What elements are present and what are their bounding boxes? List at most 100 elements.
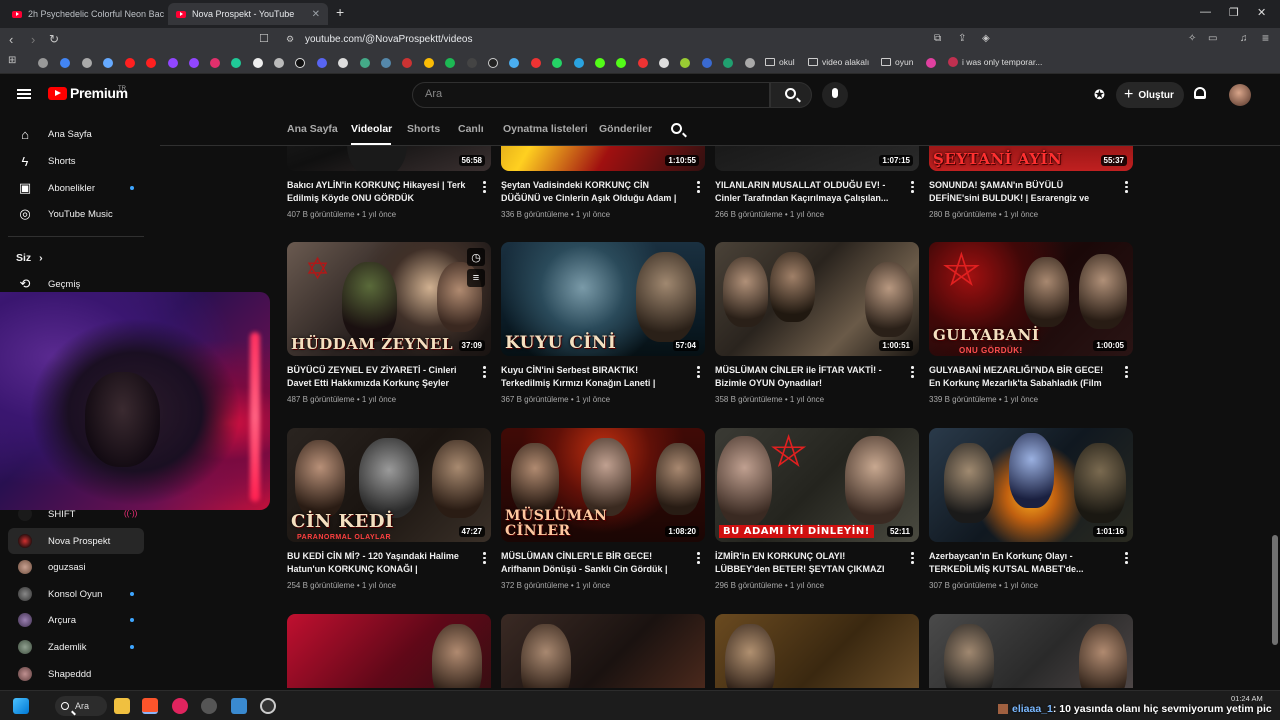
sidebar-channel-oguzsasi[interactable]: oguzsasi: [8, 554, 144, 580]
channel-search-icon[interactable]: [671, 123, 682, 134]
bookmark-icon[interactable]: [680, 58, 690, 68]
gmail-icon[interactable]: [402, 58, 412, 68]
video-thumbnail[interactable]: 1:01:16: [929, 428, 1133, 542]
video-title[interactable]: Azerbaycan'ın En Korkunç Olayı - TERKEDİ…: [929, 550, 1115, 576]
account-avatar[interactable]: [1229, 84, 1251, 106]
bookmark-icon[interactable]: [531, 58, 541, 68]
browser-tab-active[interactable]: Nova Prospekt - YouTube ✕: [168, 3, 328, 25]
kick-icon[interactable]: [616, 58, 626, 68]
search-box[interactable]: [412, 82, 770, 108]
video-thumbnail[interactable]: 56:58: [287, 146, 491, 171]
notifications-bell-icon[interactable]: [1194, 87, 1206, 99]
twitch-icon[interactable]: [168, 58, 178, 68]
more-options-icon[interactable]: [1125, 366, 1128, 378]
bookmark-icon[interactable]: [467, 58, 477, 68]
create-button[interactable]: + Oluştur: [1116, 82, 1184, 108]
bookmark-icon[interactable]: [381, 58, 391, 68]
video-thumbnail[interactable]: ŞEYTANİ AYİN 55:37: [929, 146, 1133, 171]
media-player-icon[interactable]: [172, 698, 188, 714]
menu-icon[interactable]: [17, 89, 31, 99]
reload-icon[interactable]: ↻: [49, 32, 59, 46]
more-options-icon[interactable]: [697, 181, 700, 193]
sidebar-item-subscriptions[interactable]: ▣ Abonelikler: [8, 175, 144, 201]
windows-start-icon[interactable]: [13, 698, 29, 714]
video-title[interactable]: GULYABANİ MEZARLIĞI'NDA BİR GECE! En Kor…: [929, 364, 1115, 390]
app-icon[interactable]: [201, 698, 217, 714]
video-title[interactable]: YILANLARIN MUSALLAT OLDUĞU EV! - Cinler …: [715, 179, 901, 205]
share-icon[interactable]: ⇪: [958, 33, 966, 44]
bookmark-icon[interactable]: [103, 58, 113, 68]
sidebar-item-home[interactable]: ⌂ Ana Sayfa: [8, 121, 144, 147]
back-icon[interactable]: ‹: [9, 32, 13, 47]
tab-posts[interactable]: Gönderiler: [599, 123, 652, 135]
bookmark-folder-video[interactable]: video alakalı: [808, 57, 869, 67]
new-tab-button[interactable]: +: [336, 4, 344, 20]
video-thumbnail[interactable]: 1:07:15: [715, 146, 919, 171]
apps-grid-icon[interactable]: ⊞: [8, 55, 16, 66]
add-to-queue-icon[interactable]: ≡: [467, 269, 485, 287]
minimize-icon[interactable]: —: [1200, 6, 1211, 18]
more-options-icon[interactable]: [483, 552, 486, 564]
brave-browser-icon[interactable]: [142, 698, 158, 714]
browser-tab[interactable]: 2h Psychedelic Colorful Neon Backgr: [4, 3, 164, 25]
more-options-icon[interactable]: [911, 552, 914, 564]
video-title[interactable]: BÜYÜCÜ ZEYNEL EV ZİYARETİ - Cinleri Dave…: [287, 364, 473, 390]
bookmark-icon[interactable]: [745, 58, 755, 68]
site-info-icon[interactable]: ⚙: [286, 34, 294, 45]
video-thumbnail[interactable]: 1:10:55: [501, 146, 705, 171]
youtube-bookmark-icon[interactable]: [146, 58, 156, 68]
more-options-icon[interactable]: [697, 552, 700, 564]
bookmark-icon[interactable]: [82, 58, 92, 68]
cast-icon[interactable]: ✪: [1094, 87, 1105, 103]
sidebar-channel-zademlik[interactable]: Zademlik: [8, 634, 144, 660]
media-icon[interactable]: ♫: [1240, 33, 1248, 44]
sidebar-item-music[interactable]: ◎ YouTube Music: [8, 201, 144, 227]
sidebar-toggle-icon[interactable]: ▭: [1208, 33, 1217, 44]
extensions-icon[interactable]: ✧: [1188, 33, 1196, 44]
video-thumbnail[interactable]: [501, 614, 705, 688]
bookmark-icon[interactable]: [38, 58, 48, 68]
kick-icon[interactable]: [595, 58, 605, 68]
youtube-logo[interactable]: Premium: [48, 85, 128, 101]
video-title[interactable]: Kuyu CİN'ini Serbest BIRAKTIK! Terkedilm…: [501, 364, 687, 390]
video-thumbnail[interactable]: ⛤ BU ADAMI İYİ DİNLEYİN! 52:11: [715, 428, 919, 542]
tiktok-icon[interactable]: [295, 58, 305, 68]
instagram-icon[interactable]: [210, 58, 220, 68]
bookmark-icon[interactable]: [702, 58, 712, 68]
video-thumbnail[interactable]: ⛤ GULYABANİ ONU GÖRDÜK! 1:00:05: [929, 242, 1133, 356]
tab-live[interactable]: Canlı: [458, 123, 484, 135]
more-options-icon[interactable]: [483, 181, 486, 193]
video-thumbnail[interactable]: KUYU CİNİ 57:04: [501, 242, 705, 356]
search-button[interactable]: [770, 82, 812, 108]
video-thumbnail[interactable]: [715, 614, 919, 688]
bookmark-icon[interactable]: [509, 58, 519, 68]
bookmark-icon[interactable]: [231, 58, 241, 68]
video-thumbnail[interactable]: MÜSLÜMAN CİNLER 1:08:20: [501, 428, 705, 542]
video-title[interactable]: Şeytan Vadisindeki KORKUNÇ CİN DÜĞÜNÜ ve…: [501, 179, 687, 205]
video-title[interactable]: MÜSLÜMAN CİNLER'LE BİR GECE! Arifhanın D…: [501, 550, 687, 576]
google-icon[interactable]: [60, 58, 70, 68]
video-title[interactable]: Bakıcı AYLİN'in KORKUNÇ Hikayesi | Terk …: [287, 179, 473, 205]
sidebar-channel-nova-prospekt[interactable]: Nova Prospekt: [8, 528, 144, 554]
video-title[interactable]: MÜSLÜMAN CİNLER ile İFTAR VAKTİ! - Bizim…: [715, 364, 901, 390]
search-input[interactable]: [425, 88, 755, 100]
github-icon[interactable]: [488, 58, 498, 68]
telegram-icon[interactable]: [574, 58, 584, 68]
video-title[interactable]: İZMİR'in EN KORKUNÇ OLAYI! LÜBBEY'den BE…: [715, 550, 901, 576]
sidebar-channel-arcura[interactable]: Arçura: [8, 607, 144, 633]
bookmark-folder-okul[interactable]: okul: [765, 57, 795, 67]
bookmark-icon[interactable]: [723, 58, 733, 68]
whatsapp-icon[interactable]: [552, 58, 562, 68]
system-clock[interactable]: 01:24 AM: [1231, 694, 1263, 704]
more-options-icon[interactable]: [911, 181, 914, 193]
bookmark-icon[interactable]: [338, 58, 348, 68]
more-options-icon[interactable]: [1125, 181, 1128, 193]
bookmark-icon[interactable]: [659, 58, 669, 68]
more-options-icon[interactable]: [483, 366, 486, 378]
watch-later-icon[interactable]: ◷: [467, 248, 485, 266]
sidebar-item-shorts[interactable]: ϟ Shorts: [8, 148, 144, 174]
open-in-app-icon[interactable]: ⧉: [934, 33, 941, 44]
sidebar-channel-shapeddd[interactable]: Shapeddd: [8, 661, 144, 687]
video-thumbnail[interactable]: CİN KEDİ PARANORMAL OLAYLAR 47:27: [287, 428, 491, 542]
tab-playlists[interactable]: Oynatma listeleri: [503, 123, 588, 135]
